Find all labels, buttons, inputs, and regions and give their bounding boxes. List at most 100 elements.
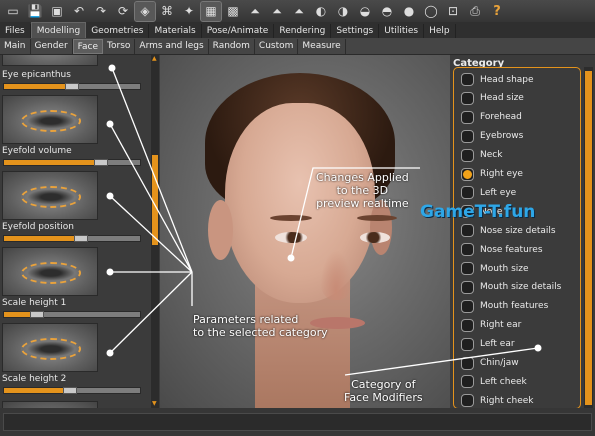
- subtab-custom[interactable]: Custom: [255, 38, 299, 54]
- category-radio[interactable]: [461, 167, 474, 181]
- category-radio[interactable]: [461, 186, 474, 200]
- scroll-up-icon[interactable]: ▲: [152, 56, 158, 62]
- menu-tab-files[interactable]: Files: [0, 24, 31, 38]
- category-item-nose-size-details[interactable]: Nose size details: [461, 222, 581, 239]
- category-item-mouth-features[interactable]: Mouth features: [461, 298, 581, 315]
- category-item-right-eye[interactable]: Right eye: [461, 166, 581, 183]
- category-radio[interactable]: [461, 91, 474, 105]
- model-eye-left: [275, 232, 307, 243]
- category-item-mouth-size[interactable]: Mouth size: [461, 260, 581, 277]
- model-nose: [320, 250, 352, 300]
- modifier-slider[interactable]: [3, 235, 141, 242]
- category-radio[interactable]: [461, 129, 474, 143]
- watermark: GameT-T.fun: [420, 202, 536, 222]
- category-item-eyebrows[interactable]: Eyebrows: [461, 128, 581, 145]
- category-radio[interactable]: [461, 356, 474, 370]
- subtab-random[interactable]: Random: [209, 38, 255, 54]
- reset-icon[interactable]: ⟳: [113, 2, 133, 21]
- category-radio[interactable]: [461, 318, 474, 332]
- subtab-arms-and-legs[interactable]: Arms and legs: [135, 38, 209, 54]
- modifier-slider[interactable]: [3, 83, 141, 90]
- category-radio[interactable]: [461, 73, 474, 86]
- menu-tab-rendering[interactable]: Rendering: [274, 24, 332, 38]
- annotation-category: Category of Face Modifiers: [344, 378, 423, 404]
- checker-icon[interactable]: ▩: [223, 2, 243, 21]
- help-icon[interactable]: ?: [487, 2, 507, 21]
- category-item-right-ear[interactable]: Right ear: [461, 317, 581, 334]
- save-icon[interactable]: 💾: [25, 2, 45, 21]
- face-top-icon[interactable]: ◒: [355, 2, 375, 21]
- slider-panel-scrollbar[interactable]: ▲ ▼: [151, 55, 159, 408]
- slider-handle[interactable]: [73, 235, 88, 242]
- category-item-left-cheek[interactable]: Left cheek: [461, 373, 581, 390]
- menu-tab-modelling[interactable]: Modelling: [30, 22, 87, 38]
- category-item-left-ear[interactable]: Left ear: [461, 336, 581, 353]
- slider-handle[interactable]: [29, 311, 44, 318]
- menu-tab-materials[interactable]: Materials: [149, 24, 202, 38]
- face-right-icon[interactable]: ●: [399, 2, 419, 21]
- subtab-torso[interactable]: Torso: [103, 38, 136, 54]
- menu-tab-geometries[interactable]: Geometries: [86, 24, 150, 38]
- face-left-icon[interactable]: ◓: [377, 2, 397, 21]
- wireframe-icon[interactable]: ⌘: [157, 2, 177, 21]
- menu-tab-settings[interactable]: Settings: [331, 24, 380, 38]
- category-label: Right eye: [480, 169, 523, 179]
- modifier-slider[interactable]: [3, 387, 141, 394]
- category-item-left-eye[interactable]: Left eye: [461, 184, 581, 201]
- category-item-forehead[interactable]: Forehead: [461, 109, 581, 126]
- side-view-icon[interactable]: ⏶: [267, 2, 287, 21]
- category-radio[interactable]: [461, 110, 474, 124]
- grid-icon[interactable]: ▦: [200, 0, 222, 22]
- category-scroll-handle[interactable]: [585, 71, 592, 405]
- slider-panel-scroll-handle[interactable]: [152, 155, 158, 245]
- menu-tab-utilities[interactable]: Utilities: [379, 24, 425, 38]
- category-radio[interactable]: [461, 299, 474, 313]
- category-item-head-size[interactable]: Head size: [461, 90, 581, 107]
- pose-icon[interactable]: ✦: [179, 2, 199, 21]
- menu-tab-help[interactable]: Help: [424, 24, 456, 38]
- category-radio[interactable]: [461, 148, 474, 162]
- category-radio[interactable]: [461, 337, 474, 351]
- screenshot-icon[interactable]: ⎙: [465, 2, 485, 21]
- modifier-slider[interactable]: [3, 159, 141, 166]
- slider-handle[interactable]: [62, 387, 77, 394]
- face-front-icon[interactable]: ◐: [311, 2, 331, 21]
- load-icon[interactable]: ▣: [47, 2, 67, 21]
- redo-icon[interactable]: ↷: [91, 2, 111, 21]
- slider-handle[interactable]: [94, 159, 109, 166]
- category-item-nose-features[interactable]: Nose features: [461, 241, 581, 258]
- smooth-icon[interactable]: ◈: [134, 0, 156, 22]
- category-radio[interactable]: [461, 243, 474, 257]
- face-side-icon[interactable]: ◑: [333, 2, 353, 21]
- reset-camera-icon[interactable]: ⊡: [443, 2, 463, 21]
- category-scrollbar[interactable]: [584, 67, 593, 409]
- window-icon[interactable]: ▭: [3, 2, 23, 21]
- modifier-slider[interactable]: [3, 311, 141, 318]
- menu-tab-pose-animate[interactable]: Pose/Animate: [202, 24, 275, 38]
- undo-icon[interactable]: ↶: [69, 2, 89, 21]
- slider-handle[interactable]: [65, 83, 80, 90]
- 3d-preview-viewport[interactable]: [160, 55, 450, 408]
- front-view-icon[interactable]: ⏶: [245, 2, 265, 21]
- category-item-head-shape[interactable]: Head shape: [461, 71, 581, 88]
- eye-shape-icon: [21, 110, 81, 132]
- subtab-gender[interactable]: Gender: [31, 38, 73, 54]
- category-radio[interactable]: [461, 262, 474, 275]
- eye-shape-icon: [21, 338, 81, 360]
- category-item-chin-jaw[interactable]: Chin/jaw: [461, 355, 581, 372]
- category-panel: Category Head shape Head size Forehead Eyeb…: [450, 55, 595, 409]
- sphere-icon[interactable]: ◯: [421, 2, 441, 21]
- category-item-neck[interactable]: Neck: [461, 147, 581, 164]
- subtab-face[interactable]: Face: [72, 38, 104, 54]
- category-radio[interactable]: [461, 375, 474, 389]
- category-item-right-cheek[interactable]: Right cheek: [461, 392, 581, 409]
- category-radio[interactable]: [461, 280, 474, 294]
- slider-fill: [4, 236, 75, 241]
- category-radio[interactable]: [461, 394, 474, 408]
- subtab-measure[interactable]: Measure: [298, 38, 346, 54]
- scroll-down-icon[interactable]: ▼: [152, 401, 158, 407]
- subtab-main[interactable]: Main: [0, 38, 31, 54]
- back-view-icon[interactable]: ⏶: [289, 2, 309, 21]
- category-radio[interactable]: [461, 224, 474, 238]
- category-item-mouth-size-details[interactable]: Mouth size details: [461, 279, 581, 296]
